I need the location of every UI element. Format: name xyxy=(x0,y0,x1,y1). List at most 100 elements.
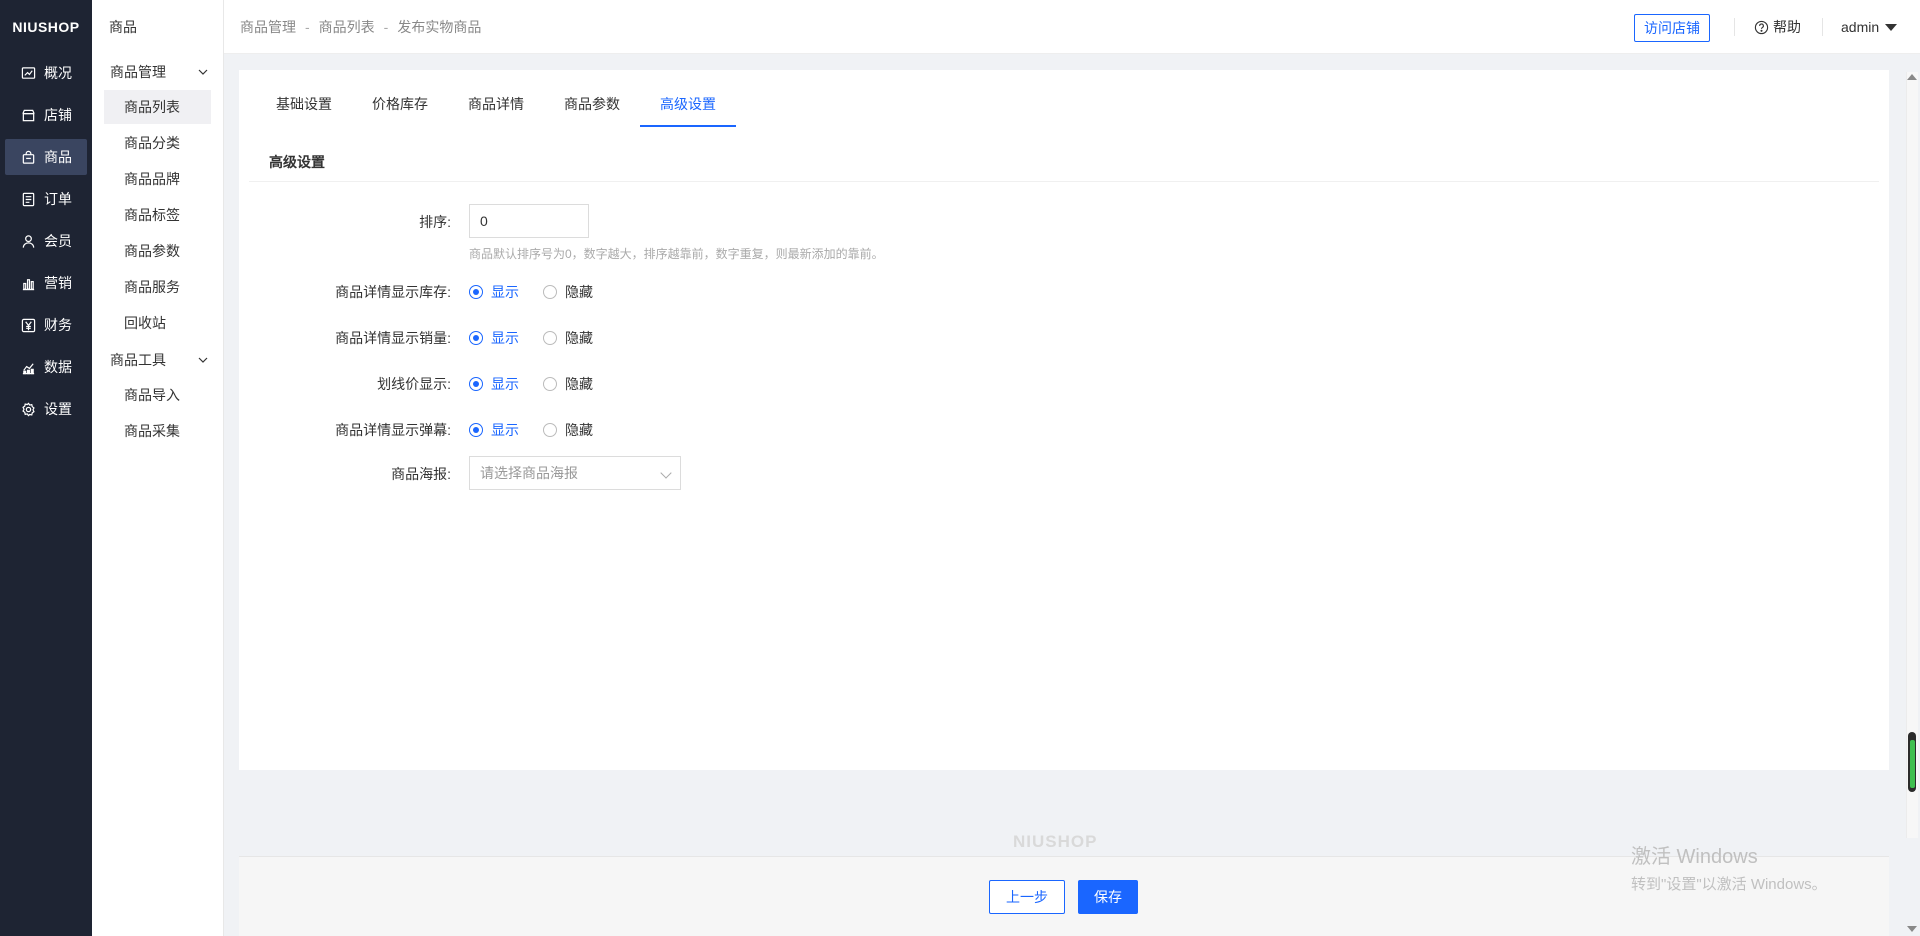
scroll-up-arrow-icon[interactable] xyxy=(1907,74,1917,80)
nav-item-label: 概况 xyxy=(44,65,72,81)
tab-price-stock[interactable]: 价格库存 xyxy=(352,88,448,127)
nav-item-data[interactable]: 数据 xyxy=(5,349,87,385)
chart-line-icon xyxy=(20,65,36,81)
sub-item-goods-import[interactable]: 商品导入 xyxy=(104,378,211,412)
radio-label: 显示 xyxy=(491,422,519,438)
main-nav: 概况 店铺 商品 订单 会员 营销 财务 数据 设置 xyxy=(0,54,92,427)
poster-select[interactable]: 请选择商品海报 xyxy=(469,456,681,490)
nav-item-label: 店铺 xyxy=(44,107,72,123)
radio-label: 显示 xyxy=(491,330,519,346)
scrollbar-indicator xyxy=(1910,740,1915,788)
show-line-price-label: 划线价显示: xyxy=(377,376,451,392)
user-menu[interactable]: admin xyxy=(1841,0,1898,54)
nav-item-goods[interactable]: 商品 xyxy=(5,139,87,175)
brand-logo: NIUSHOP xyxy=(12,19,80,35)
nav-item-orders[interactable]: 订单 xyxy=(5,181,87,217)
nav-item-members[interactable]: 会员 xyxy=(5,223,87,259)
nav-item-label: 订单 xyxy=(44,191,72,207)
yen-icon xyxy=(20,317,36,333)
order-list-icon xyxy=(20,191,36,207)
nav-item-store[interactable]: 店铺 xyxy=(5,97,87,133)
vertical-scrollbar[interactable] xyxy=(1906,72,1918,838)
sub-sidebar-title: 商品 xyxy=(109,19,137,35)
sub-item-goods-category[interactable]: 商品分类 xyxy=(104,126,211,160)
sub-item-goods-brand[interactable]: 商品品牌 xyxy=(104,162,211,196)
show-barrage-label: 商品详情显示弹幕: xyxy=(335,422,451,438)
sub-item-goods-collect[interactable]: 商品采集 xyxy=(104,414,211,448)
section-title: 高级设置 xyxy=(269,154,325,170)
username: admin xyxy=(1841,19,1880,35)
nav-item-label: 财务 xyxy=(44,317,72,333)
show-line-price-radio-show[interactable]: 显示 xyxy=(469,374,519,394)
show-line-price-radio-hide[interactable]: 隐藏 xyxy=(543,374,593,394)
nav-item-marketing[interactable]: 营销 xyxy=(5,265,87,301)
breadcrumb-item[interactable]: 商品管理 xyxy=(240,19,296,35)
header-divider xyxy=(1734,18,1735,36)
nav-item-label: 数据 xyxy=(44,359,72,375)
tab-advanced-settings[interactable]: 高级设置 xyxy=(640,88,736,127)
top-header: 商品管理 - 商品列表 - 发布实物商品 访问店铺 帮助 admin xyxy=(224,0,1920,54)
prev-step-button[interactable]: 上一步 xyxy=(989,880,1065,914)
breadcrumb-item[interactable]: 商品列表 xyxy=(319,19,375,35)
show-barrage-radio-hide[interactable]: 隐藏 xyxy=(543,420,593,440)
help-label: 帮助 xyxy=(1773,19,1801,35)
show-stock-radio-show[interactable]: 显示 xyxy=(469,282,519,302)
sub-item-goods-service[interactable]: 商品服务 xyxy=(104,270,211,304)
bag-icon xyxy=(20,149,36,165)
sub-item-goods-tag[interactable]: 商品标签 xyxy=(104,198,211,232)
save-button[interactable]: 保存 xyxy=(1078,880,1138,914)
radio-label: 显示 xyxy=(491,376,519,392)
sort-label: 排序: xyxy=(419,214,451,230)
sub-item-goods-params[interactable]: 商品参数 xyxy=(104,234,211,268)
main-sidebar: NIUSHOP 概况 店铺 商品 订单 会员 营销 财务 数据 设置 xyxy=(0,0,92,936)
show-barrage-radio-show[interactable]: 显示 xyxy=(469,420,519,440)
tab-goods-detail[interactable]: 商品详情 xyxy=(448,88,544,127)
radio-indicator xyxy=(469,331,483,345)
radio-indicator xyxy=(469,285,483,299)
sub-item-goods-list[interactable]: 商品列表 xyxy=(104,90,211,124)
tab-basic-settings[interactable]: 基础设置 xyxy=(256,88,352,127)
show-sales-radio-show[interactable]: 显示 xyxy=(469,328,519,348)
breadcrumb-separator: - xyxy=(305,19,310,35)
footer-watermark-logo: NIUSHOP xyxy=(1013,832,1098,851)
radio-indicator xyxy=(543,377,557,391)
caret-down-icon xyxy=(1885,23,1898,31)
radio-label: 显示 xyxy=(491,284,519,300)
watermark-line-2: 转到"设置"以激活 Windows。 xyxy=(1631,876,1827,893)
show-sales-radio-group: 显示 隐藏 xyxy=(469,328,617,348)
scroll-down-arrow-icon[interactable] xyxy=(1907,926,1917,932)
sort-input[interactable] xyxy=(469,204,589,238)
nav-item-finance[interactable]: 财务 xyxy=(5,307,87,343)
section-divider xyxy=(249,181,1879,182)
nav-item-label: 营销 xyxy=(44,275,72,291)
radio-indicator xyxy=(469,377,483,391)
header-divider xyxy=(1822,18,1823,36)
visit-store-button[interactable]: 访问店铺 xyxy=(1634,14,1710,42)
show-stock-radio-hide[interactable]: 隐藏 xyxy=(543,282,593,302)
sub-group-goods-tools[interactable]: 商品工具 xyxy=(92,342,223,378)
watermark-line-1: 激活 Windows xyxy=(1631,846,1758,868)
breadcrumb-item: 发布实物商品 xyxy=(397,19,482,35)
radio-indicator xyxy=(543,423,557,437)
show-sales-label: 商品详情显示销量: xyxy=(335,330,451,346)
poster-label: 商品海报: xyxy=(391,466,451,482)
nav-item-label: 会员 xyxy=(44,233,72,249)
gear-icon xyxy=(20,401,36,417)
show-line-price-radio-group: 显示 隐藏 xyxy=(469,374,617,394)
show-sales-radio-hide[interactable]: 隐藏 xyxy=(543,328,593,348)
show-stock-label: 商品详情显示库存: xyxy=(335,284,451,300)
sub-item-recycle-bin[interactable]: 回收站 xyxy=(104,306,211,340)
sub-sidebar: 商品 商品管理 商品列表 商品分类 商品品牌 商品标签 商品参数 商品服务 回收… xyxy=(92,0,224,936)
nav-item-label: 设置 xyxy=(44,401,72,417)
sub-group-goods-management[interactable]: 商品管理 xyxy=(92,54,223,90)
nav-item-overview[interactable]: 概况 xyxy=(5,55,87,91)
data-icon xyxy=(20,359,36,375)
tab-goods-params[interactable]: 商品参数 xyxy=(544,88,640,127)
radio-indicator xyxy=(543,331,557,345)
nav-item-settings[interactable]: 设置 xyxy=(5,391,87,427)
chevron-down-icon xyxy=(198,357,208,363)
breadcrumb-separator: - xyxy=(383,19,389,35)
help-link[interactable]: 帮助 xyxy=(1754,0,1801,54)
radio-label: 隐藏 xyxy=(565,330,593,346)
sub-group-label: 商品管理 xyxy=(110,64,166,80)
